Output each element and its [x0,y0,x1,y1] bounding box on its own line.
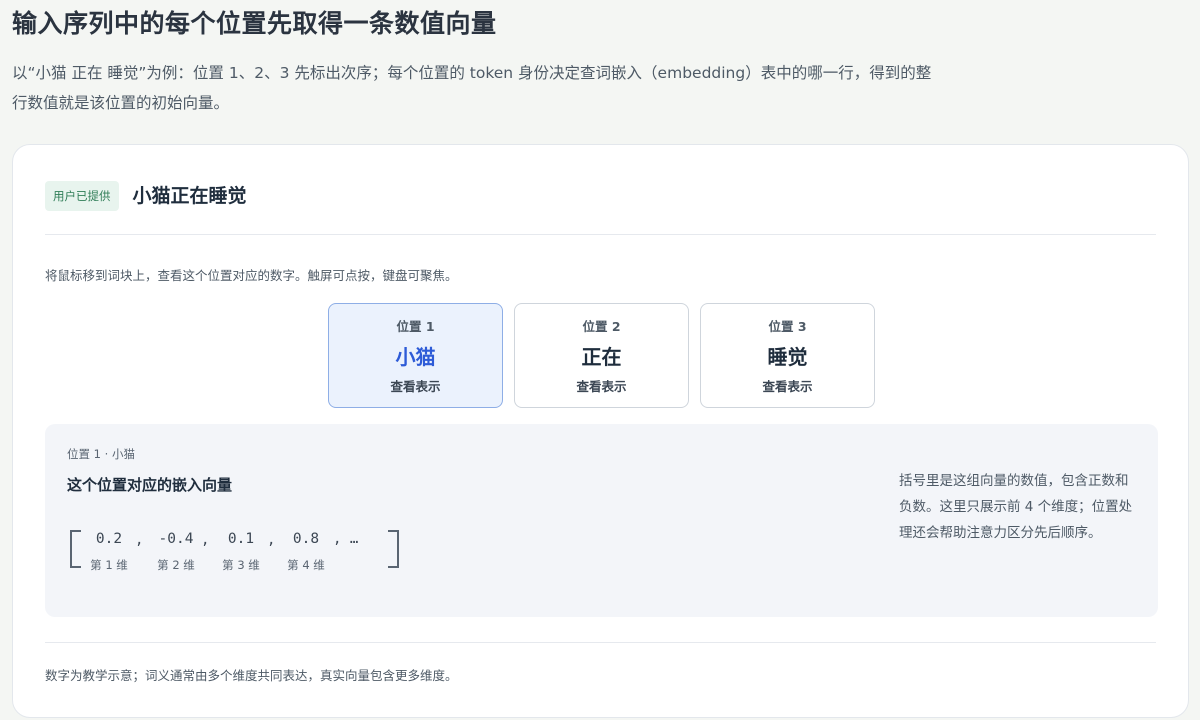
card-header: 用户已提供 小猫正在睡觉 [45,181,1156,235]
vector-dimension-label: 第 2 维 [157,558,195,572]
token-position-label: 位置 1 [396,319,435,334]
vector-separator: , [267,532,276,548]
vector-value: -0.4 [158,531,194,547]
page-title: 输入序列中的每个位置先取得一条数值向量 [12,9,497,38]
token-view-label: 查看表示 [576,379,627,394]
vector-cell-1: 0.2 第 1 维 [87,528,131,573]
token-block-3[interactable]: 位置 3 睡觉 查看表示 [700,303,875,408]
embedding-vector: 0.2 第 1 维 , -0.4 第 2 维 , 0.1 第 3 维 , 0.8… [67,528,407,588]
vector-cell-2: -0.4 第 2 维 [151,528,201,573]
embedding-detail-panel: 位置 1 · 小猫 这个位置对应的嵌入向量 0.2 第 1 维 , -0.4 第… [45,424,1158,617]
token-block-1[interactable]: 位置 1 小猫 查看表示 [328,303,503,408]
vector-separator: , [135,532,144,548]
interaction-hint: 将鼠标移到词块上，查看这个位置对应的数字。触屏可点按，键盘可聚焦。 [45,268,458,283]
vector-dimension-label: 第 3 维 [222,558,260,572]
user-provided-badge: 用户已提供 [45,181,119,211]
token-word: 正在 [581,345,622,369]
example-card: 用户已提供 小猫正在睡觉 将鼠标移到词块上，查看这个位置对应的数字。触屏可点按，… [12,144,1189,718]
token-view-label: 查看表示 [390,379,441,394]
detail-heading: 这个位置对应的嵌入向量 [67,476,233,494]
token-word: 睡觉 [767,345,808,369]
footer-divider [45,642,1156,643]
vector-value: 0.8 [292,531,320,547]
left-bracket [70,530,81,568]
vector-value: 0.1 [227,531,255,547]
token-block-2[interactable]: 位置 2 正在 查看表示 [514,303,689,408]
token-word: 小猫 [395,345,436,369]
vector-value: 0.2 [95,531,123,547]
vector-dimension-label: 第 4 维 [287,558,325,572]
vector-ellipsis: , … [333,531,359,547]
vector-dimension-label: 第 1 维 [90,558,128,572]
footnote: 数字为教学示意；词义通常由多个维度共同表达，真实向量包含更多维度。 [45,668,458,683]
vector-explanation: 括号里是这组向量的数值，包含正数和负数。这里只展示前 4 个维度；位置处理还会帮… [899,473,1133,541]
token-position-label: 位置 2 [582,319,621,334]
token-position-label: 位置 3 [768,319,807,334]
page: 输入序列中的每个位置先取得一条数值向量 以“小猫 正在 睡觉”为例：位置 1、2… [0,0,1200,720]
token-list: 位置 1 小猫 查看表示 位置 2 正在 查看表示 位置 3 睡觉 查看表示 [328,303,886,408]
token-view-label: 查看表示 [762,379,813,394]
right-bracket [388,530,399,568]
vector-separator: , [201,532,210,548]
vector-cell-4: 0.8 第 4 维 [281,528,331,573]
detail-breadcrumb: 位置 1 · 小猫 [67,447,135,461]
card-title: 小猫正在睡觉 [132,185,247,207]
vector-cell-3: 0.1 第 3 维 [216,528,266,573]
page-intro: 以“小猫 正在 睡觉”为例：位置 1、2、3 先标出次序；每个位置的 token… [12,64,932,112]
